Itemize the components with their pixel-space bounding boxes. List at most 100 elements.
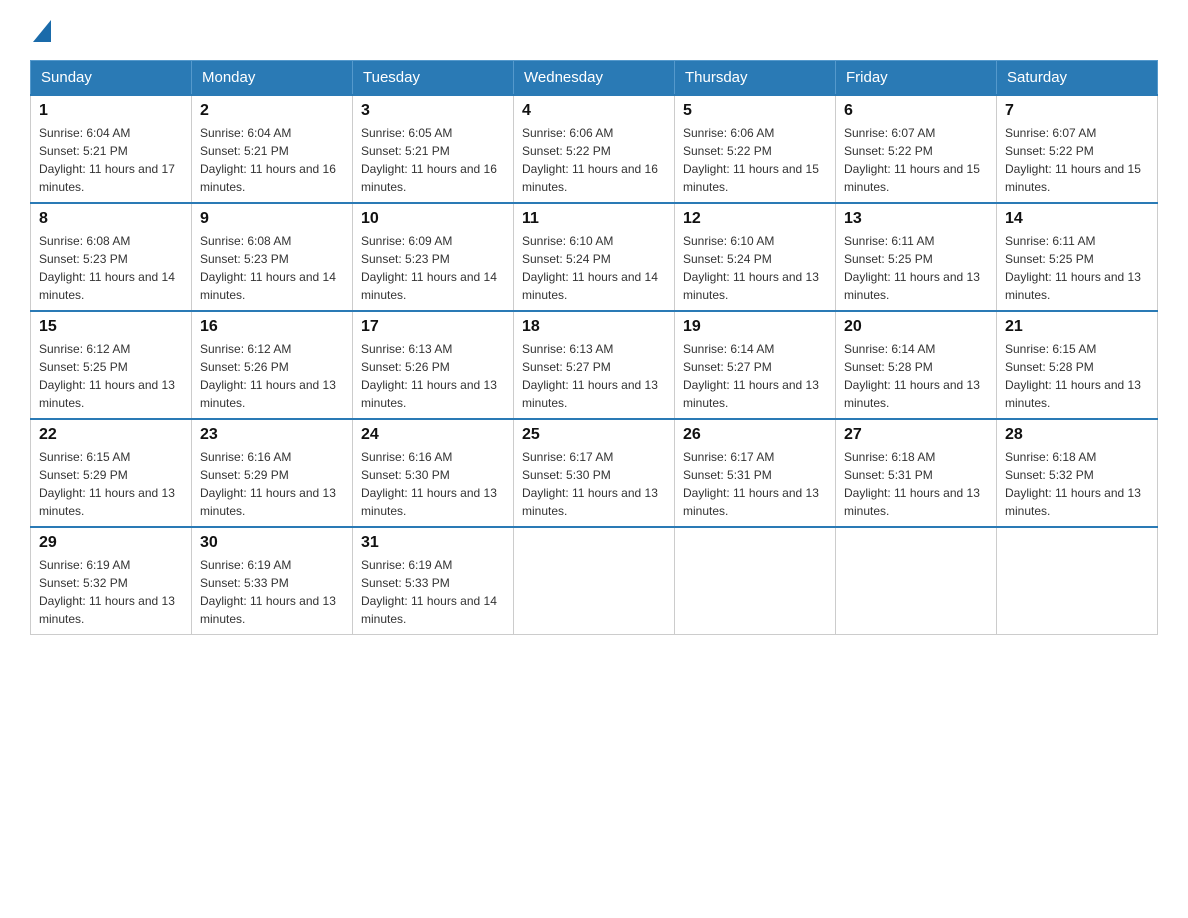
- calendar-cell: 18 Sunrise: 6:13 AM Sunset: 5:27 PM Dayl…: [514, 311, 675, 419]
- day-info: Sunrise: 6:07 AM Sunset: 5:22 PM Dayligh…: [1005, 124, 1149, 196]
- calendar-body: 1 Sunrise: 6:04 AM Sunset: 5:21 PM Dayli…: [31, 95, 1158, 635]
- day-number: 2: [200, 102, 344, 120]
- calendar-cell: 21 Sunrise: 6:15 AM Sunset: 5:28 PM Dayl…: [997, 311, 1158, 419]
- day-info: Sunrise: 6:05 AM Sunset: 5:21 PM Dayligh…: [361, 124, 505, 196]
- day-number: 28: [1005, 426, 1149, 444]
- calendar-cell: 3 Sunrise: 6:05 AM Sunset: 5:21 PM Dayli…: [353, 95, 514, 203]
- week-row-4: 22 Sunrise: 6:15 AM Sunset: 5:29 PM Dayl…: [31, 419, 1158, 527]
- day-info: Sunrise: 6:19 AM Sunset: 5:33 PM Dayligh…: [361, 556, 505, 628]
- calendar-cell: 2 Sunrise: 6:04 AM Sunset: 5:21 PM Dayli…: [192, 95, 353, 203]
- page-header: [30, 20, 1158, 40]
- day-info: Sunrise: 6:10 AM Sunset: 5:24 PM Dayligh…: [683, 232, 827, 304]
- day-info: Sunrise: 6:08 AM Sunset: 5:23 PM Dayligh…: [39, 232, 183, 304]
- calendar-cell: 26 Sunrise: 6:17 AM Sunset: 5:31 PM Dayl…: [675, 419, 836, 527]
- header-cell-monday: Monday: [192, 61, 353, 96]
- calendar-cell: 20 Sunrise: 6:14 AM Sunset: 5:28 PM Dayl…: [836, 311, 997, 419]
- calendar-cell: 5 Sunrise: 6:06 AM Sunset: 5:22 PM Dayli…: [675, 95, 836, 203]
- day-number: 27: [844, 426, 988, 444]
- day-number: 14: [1005, 210, 1149, 228]
- calendar-cell: [997, 527, 1158, 635]
- day-info: Sunrise: 6:12 AM Sunset: 5:26 PM Dayligh…: [200, 340, 344, 412]
- day-number: 10: [361, 210, 505, 228]
- calendar-cell: 7 Sunrise: 6:07 AM Sunset: 5:22 PM Dayli…: [997, 95, 1158, 203]
- calendar-cell: [675, 527, 836, 635]
- day-number: 1: [39, 102, 183, 120]
- day-info: Sunrise: 6:07 AM Sunset: 5:22 PM Dayligh…: [844, 124, 988, 196]
- calendar-cell: [514, 527, 675, 635]
- day-info: Sunrise: 6:13 AM Sunset: 5:26 PM Dayligh…: [361, 340, 505, 412]
- day-number: 12: [683, 210, 827, 228]
- header-cell-sunday: Sunday: [31, 61, 192, 96]
- calendar-cell: 15 Sunrise: 6:12 AM Sunset: 5:25 PM Dayl…: [31, 311, 192, 419]
- day-number: 21: [1005, 318, 1149, 336]
- day-info: Sunrise: 6:09 AM Sunset: 5:23 PM Dayligh…: [361, 232, 505, 304]
- calendar-cell: 11 Sunrise: 6:10 AM Sunset: 5:24 PM Dayl…: [514, 203, 675, 311]
- day-info: Sunrise: 6:14 AM Sunset: 5:28 PM Dayligh…: [844, 340, 988, 412]
- day-info: Sunrise: 6:08 AM Sunset: 5:23 PM Dayligh…: [200, 232, 344, 304]
- calendar-cell: 31 Sunrise: 6:19 AM Sunset: 5:33 PM Dayl…: [353, 527, 514, 635]
- day-number: 6: [844, 102, 988, 120]
- header-cell-saturday: Saturday: [997, 61, 1158, 96]
- day-number: 4: [522, 102, 666, 120]
- calendar-cell: 10 Sunrise: 6:09 AM Sunset: 5:23 PM Dayl…: [353, 203, 514, 311]
- calendar-cell: 25 Sunrise: 6:17 AM Sunset: 5:30 PM Dayl…: [514, 419, 675, 527]
- header-cell-wednesday: Wednesday: [514, 61, 675, 96]
- week-row-1: 1 Sunrise: 6:04 AM Sunset: 5:21 PM Dayli…: [31, 95, 1158, 203]
- calendar-cell: 13 Sunrise: 6:11 AM Sunset: 5:25 PM Dayl…: [836, 203, 997, 311]
- day-number: 19: [683, 318, 827, 336]
- day-info: Sunrise: 6:16 AM Sunset: 5:29 PM Dayligh…: [200, 448, 344, 520]
- day-number: 20: [844, 318, 988, 336]
- calendar-cell: 8 Sunrise: 6:08 AM Sunset: 5:23 PM Dayli…: [31, 203, 192, 311]
- calendar-header: SundayMondayTuesdayWednesdayThursdayFrid…: [31, 61, 1158, 96]
- day-info: Sunrise: 6:18 AM Sunset: 5:32 PM Dayligh…: [1005, 448, 1149, 520]
- calendar-cell: 1 Sunrise: 6:04 AM Sunset: 5:21 PM Dayli…: [31, 95, 192, 203]
- day-number: 5: [683, 102, 827, 120]
- header-row: SundayMondayTuesdayWednesdayThursdayFrid…: [31, 61, 1158, 96]
- day-info: Sunrise: 6:04 AM Sunset: 5:21 PM Dayligh…: [39, 124, 183, 196]
- header-cell-thursday: Thursday: [675, 61, 836, 96]
- calendar-cell: 4 Sunrise: 6:06 AM Sunset: 5:22 PM Dayli…: [514, 95, 675, 203]
- day-number: 11: [522, 210, 666, 228]
- day-number: 18: [522, 318, 666, 336]
- day-number: 23: [200, 426, 344, 444]
- day-number: 29: [39, 534, 183, 552]
- day-info: Sunrise: 6:06 AM Sunset: 5:22 PM Dayligh…: [683, 124, 827, 196]
- day-info: Sunrise: 6:13 AM Sunset: 5:27 PM Dayligh…: [522, 340, 666, 412]
- header-cell-friday: Friday: [836, 61, 997, 96]
- day-number: 8: [39, 210, 183, 228]
- day-number: 15: [39, 318, 183, 336]
- day-info: Sunrise: 6:12 AM Sunset: 5:25 PM Dayligh…: [39, 340, 183, 412]
- day-info: Sunrise: 6:04 AM Sunset: 5:21 PM Dayligh…: [200, 124, 344, 196]
- day-info: Sunrise: 6:18 AM Sunset: 5:31 PM Dayligh…: [844, 448, 988, 520]
- calendar-cell: [836, 527, 997, 635]
- day-info: Sunrise: 6:15 AM Sunset: 5:29 PM Dayligh…: [39, 448, 183, 520]
- calendar-cell: 30 Sunrise: 6:19 AM Sunset: 5:33 PM Dayl…: [192, 527, 353, 635]
- day-number: 13: [844, 210, 988, 228]
- day-number: 17: [361, 318, 505, 336]
- week-row-5: 29 Sunrise: 6:19 AM Sunset: 5:32 PM Dayl…: [31, 527, 1158, 635]
- day-number: 3: [361, 102, 505, 120]
- calendar-cell: 22 Sunrise: 6:15 AM Sunset: 5:29 PM Dayl…: [31, 419, 192, 527]
- calendar-cell: 19 Sunrise: 6:14 AM Sunset: 5:27 PM Dayl…: [675, 311, 836, 419]
- week-row-2: 8 Sunrise: 6:08 AM Sunset: 5:23 PM Dayli…: [31, 203, 1158, 311]
- day-info: Sunrise: 6:14 AM Sunset: 5:27 PM Dayligh…: [683, 340, 827, 412]
- day-info: Sunrise: 6:17 AM Sunset: 5:31 PM Dayligh…: [683, 448, 827, 520]
- calendar-cell: 27 Sunrise: 6:18 AM Sunset: 5:31 PM Dayl…: [836, 419, 997, 527]
- calendar-cell: 9 Sunrise: 6:08 AM Sunset: 5:23 PM Dayli…: [192, 203, 353, 311]
- calendar-cell: 28 Sunrise: 6:18 AM Sunset: 5:32 PM Dayl…: [997, 419, 1158, 527]
- day-info: Sunrise: 6:19 AM Sunset: 5:32 PM Dayligh…: [39, 556, 183, 628]
- calendar-cell: 23 Sunrise: 6:16 AM Sunset: 5:29 PM Dayl…: [192, 419, 353, 527]
- calendar-table: SundayMondayTuesdayWednesdayThursdayFrid…: [30, 60, 1158, 635]
- day-info: Sunrise: 6:11 AM Sunset: 5:25 PM Dayligh…: [844, 232, 988, 304]
- day-info: Sunrise: 6:17 AM Sunset: 5:30 PM Dayligh…: [522, 448, 666, 520]
- calendar-cell: 17 Sunrise: 6:13 AM Sunset: 5:26 PM Dayl…: [353, 311, 514, 419]
- calendar-cell: 12 Sunrise: 6:10 AM Sunset: 5:24 PM Dayl…: [675, 203, 836, 311]
- day-number: 22: [39, 426, 183, 444]
- day-info: Sunrise: 6:11 AM Sunset: 5:25 PM Dayligh…: [1005, 232, 1149, 304]
- calendar-cell: 24 Sunrise: 6:16 AM Sunset: 5:30 PM Dayl…: [353, 419, 514, 527]
- logo-triangle-icon: [33, 20, 51, 42]
- day-number: 31: [361, 534, 505, 552]
- day-number: 25: [522, 426, 666, 444]
- header-cell-tuesday: Tuesday: [353, 61, 514, 96]
- day-info: Sunrise: 6:19 AM Sunset: 5:33 PM Dayligh…: [200, 556, 344, 628]
